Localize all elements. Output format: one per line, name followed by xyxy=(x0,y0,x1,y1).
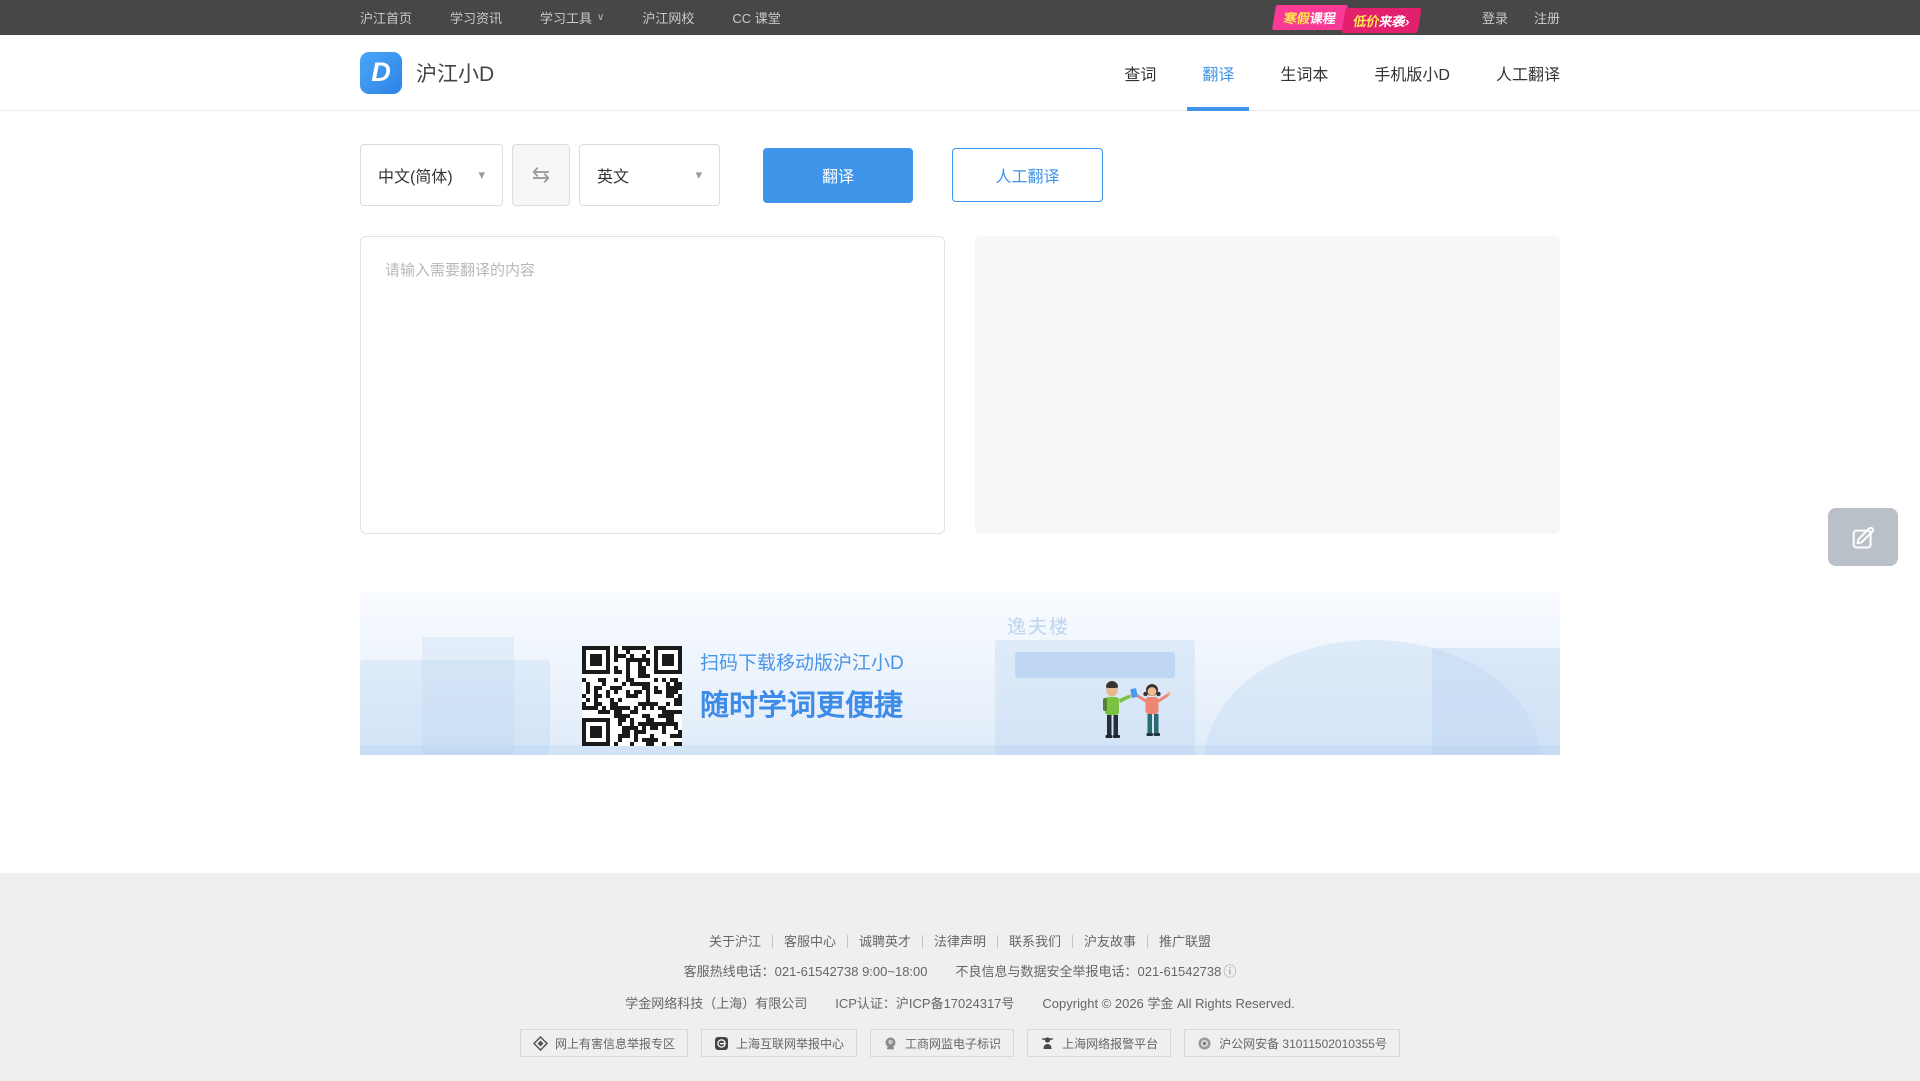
badge-network-police[interactable]: 上海网络报警平台 xyxy=(1027,1029,1171,1057)
footer-link-service[interactable]: 客服中心 xyxy=(773,935,848,948)
main-nav: 查词 翻译 生词本 手机版小D 人工翻译 xyxy=(1101,35,1560,110)
nav-item-lookup[interactable]: 查词 xyxy=(1101,35,1179,110)
topbar-link-label: CC 课堂 xyxy=(732,8,780,27)
footer-link-contact[interactable]: 联系我们 xyxy=(998,935,1073,948)
header: D 沪江小D 查词 翻译 生词本 手机版小D 人工翻译 xyxy=(0,35,1920,111)
footer-link-affiliate[interactable]: 推广联盟 xyxy=(1148,935,1222,948)
topbar-link-label: 学习工具 xyxy=(540,8,592,27)
building-label: 逸夫楼 xyxy=(1007,612,1070,639)
building-windows xyxy=(1015,652,1175,678)
footer-link-about[interactable]: 关于沪江 xyxy=(698,935,773,948)
source-language-select[interactable]: 中文(简体) ▾ xyxy=(360,144,503,206)
footer-links: 关于沪江 客服中心 诚聘英才 法律声明 联系我们 沪友故事 推广联盟 xyxy=(0,935,1920,948)
diamond-report-icon xyxy=(533,1036,548,1051)
footer-link-legal[interactable]: 法律声明 xyxy=(923,935,998,948)
app-logo[interactable]: D xyxy=(360,52,402,94)
swap-icon: ⇆ xyxy=(532,162,550,188)
banner-text: 扫码下载移动版沪江小D 随时学词更便捷 xyxy=(700,648,904,724)
public-security-emblem-icon xyxy=(1197,1036,1212,1051)
promo-text: 课程 xyxy=(1308,11,1336,26)
footer-badges: 网上有害信息举报专区 上海互联网举报中心 工商网监电子标识 xyxy=(0,1029,1920,1057)
icp-license[interactable]: ICP认证：沪ICP备17024317号 xyxy=(835,993,1014,1012)
page-title: 沪江小D xyxy=(416,58,494,88)
target-language-select[interactable]: 英文 ▾ xyxy=(579,144,720,206)
badge-harmful-report[interactable]: 网上有害信息举报专区 xyxy=(520,1029,688,1057)
badge-public-security[interactable]: 沪公网安备 31011502010355号 xyxy=(1184,1029,1400,1057)
promo-text: 寒假 xyxy=(1282,11,1310,26)
caret-down-icon: ▾ xyxy=(695,167,702,183)
building-silhouette xyxy=(422,637,514,755)
login-link[interactable]: 登录 xyxy=(1482,8,1508,27)
police-icon xyxy=(1040,1036,1055,1051)
target-language-value: 英文 xyxy=(597,163,629,187)
language-toolbar: 中文(简体) ▾ ⇆ 英文 ▾ 翻译 人工翻译 xyxy=(360,144,1560,206)
badge-label: 网上有害信息举报专区 xyxy=(555,1035,675,1052)
translation-result-panel xyxy=(975,236,1560,534)
badge-industry-commerce[interactable]: 工商网监电子标识 xyxy=(870,1029,1014,1057)
promo-segment-courses: 寒假课程 xyxy=(1272,5,1348,30)
ground-strip xyxy=(360,745,1560,755)
footer-link-jobs[interactable]: 诚聘英才 xyxy=(848,935,923,948)
banner-subtitle: 扫码下载移动版沪江小D xyxy=(700,648,904,675)
badge-label: 工商网监电子标识 xyxy=(905,1035,1001,1052)
translate-button[interactable]: 翻译 xyxy=(763,148,913,203)
company-name: 学金网络科技（上海）有限公司 xyxy=(625,993,807,1012)
feedback-button[interactable] xyxy=(1828,508,1898,566)
topbar-link-label: 沪江首页 xyxy=(360,8,412,27)
badge-label: 沪公网安备 31011502010355号 xyxy=(1219,1035,1387,1052)
footer-phones: 客服热线电话：021-61542738 9:00~18:00 不良信息与数据安全… xyxy=(0,961,1920,980)
promo-text: 来袭› xyxy=(1378,14,1411,29)
chevron-down-icon: ∨ xyxy=(597,12,604,23)
topbar-link-tools[interactable]: 学习工具 ∨ xyxy=(540,8,604,27)
promo-segment-price: 低价来袭› xyxy=(1341,8,1421,33)
info-icon[interactable]: ⓘ xyxy=(1223,961,1236,980)
badge-label: 上海互联网举报中心 xyxy=(736,1035,844,1052)
topbar-link-label: 学习资讯 xyxy=(450,8,502,27)
source-text-input[interactable] xyxy=(361,237,944,533)
building-silhouette xyxy=(1432,648,1560,755)
source-language-value: 中文(简体) xyxy=(378,163,453,187)
banner-title: 随时学词更便捷 xyxy=(700,682,904,724)
report-phone-text: 不良信息与数据安全举报电话：021-61542738 xyxy=(956,961,1222,980)
app-download-banner: 逸夫楼 扫码下载移动版沪江小D 随时学词更便捷 xyxy=(360,592,1560,755)
topbar-link-home[interactable]: 沪江首页 xyxy=(360,8,412,27)
topbar: 沪江首页 学习资讯 学习工具 ∨ 沪江网校 CC 课堂 寒假课程 低价来袭› 登… xyxy=(0,0,1920,35)
nav-item-wordbook[interactable]: 生词本 xyxy=(1257,35,1351,110)
commerce-badge-icon xyxy=(883,1036,898,1051)
badge-label: 上海网络报警平台 xyxy=(1062,1035,1158,1052)
topbar-link-label: 沪江网校 xyxy=(642,8,694,27)
topbar-link-cc-class[interactable]: CC 课堂 xyxy=(732,8,780,27)
swap-languages-button[interactable]: ⇆ xyxy=(512,144,570,206)
topbar-link-news[interactable]: 学习资讯 xyxy=(450,8,502,27)
source-text-panel xyxy=(360,236,945,534)
report-center-icon xyxy=(714,1036,729,1051)
copyright: Copyright © 2026 学金 All Rights Reserved. xyxy=(1042,993,1294,1012)
caret-down-icon: ▾ xyxy=(478,167,485,183)
nav-item-mobile-app[interactable]: 手机版小D xyxy=(1351,35,1473,110)
badge-shanghai-internet-report[interactable]: 上海互联网举报中心 xyxy=(701,1029,857,1057)
promo-text: 低价 xyxy=(1352,14,1380,29)
qr-code xyxy=(582,646,682,746)
people-illustration xyxy=(1090,680,1210,754)
human-translate-button[interactable]: 人工翻译 xyxy=(952,148,1103,202)
footer-link-stories[interactable]: 沪友故事 xyxy=(1073,935,1148,948)
promo-banner[interactable]: 寒假课程 低价来袭› xyxy=(1274,5,1420,30)
register-link[interactable]: 注册 xyxy=(1534,8,1560,27)
edit-icon xyxy=(1849,523,1877,551)
nav-item-human-translate[interactable]: 人工翻译 xyxy=(1473,35,1560,110)
logo-letter: D xyxy=(371,57,391,88)
translation-panels xyxy=(360,236,1560,534)
footer-company: 学金网络科技（上海）有限公司 ICP认证：沪ICP备17024317号 Copy… xyxy=(0,993,1920,1012)
topbar-link-school[interactable]: 沪江网校 xyxy=(642,8,694,27)
footer: 关于沪江 客服中心 诚聘英才 法律声明 联系我们 沪友故事 推广联盟 客服热线电… xyxy=(0,873,1920,1081)
main-content: 中文(简体) ▾ ⇆ 英文 ▾ 翻译 人工翻译 逸夫楼 扫码下载移动版沪江小D … xyxy=(360,144,1560,755)
nav-item-translate[interactable]: 翻译 xyxy=(1179,35,1257,110)
hotline-text: 客服热线电话：021-61542738 9:00~18:00 xyxy=(684,961,928,980)
